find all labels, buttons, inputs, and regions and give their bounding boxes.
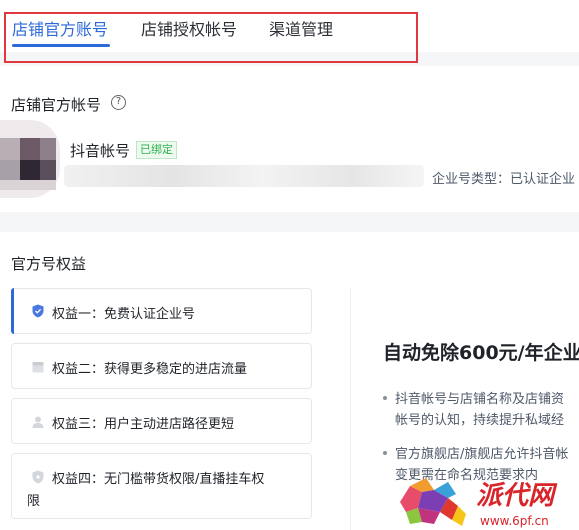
detail-line: 抖音帐号与店铺名称及店铺资: [395, 392, 565, 407]
help-icon[interactable]: ?: [111, 95, 126, 110]
detail-line: 帐号的认知，持续提升私域经: [395, 413, 565, 428]
blurred-account-info: [64, 165, 424, 187]
user-icon: [32, 416, 44, 428]
bullet-dot: [383, 451, 387, 455]
benefit-item-3[interactable]: 权益三：用户主动进店路径更短: [11, 398, 312, 444]
shield-icon: [32, 470, 44, 484]
benefits-title: 官方号权益: [11, 255, 87, 273]
watermark-logo: 派代网 www.6pf.cn: [400, 478, 558, 528]
benefit-item-2[interactable]: 权益二：获得更多稳定的进店流量: [11, 343, 312, 389]
bound-status-badge: 已绑定: [136, 141, 177, 159]
benefit-label: 权益四：无门槛带货权限/直播挂车权: [52, 472, 265, 487]
svg-text:www.6pf.cn: www.6pf.cn: [480, 514, 549, 528]
official-account-title: 店铺官方帐号: [11, 96, 102, 114]
benefit-label: 权益一：免费认证企业号: [52, 307, 196, 322]
detail-line: 官方旗舰店/旗舰店允许抖音帐: [395, 447, 569, 462]
benefit-item-1[interactable]: 权益一：免费认证企业号: [11, 288, 312, 334]
company-type-label: 企业号类型：已认证企业: [432, 172, 576, 187]
benefit-label: 权益二：获得更多稳定的进店流量: [52, 362, 248, 377]
section-divider: [0, 212, 579, 232]
benefit-label-continued: 限: [27, 494, 41, 509]
tabs-highlight-box: [4, 12, 418, 63]
benefit-item-4[interactable]: 权益四：无门槛带货权限/直播挂车权 限: [11, 453, 312, 519]
shield-verified-icon: [32, 304, 44, 318]
account-name: 抖音帐号: [70, 142, 131, 160]
svg-text:派代网: 派代网: [476, 481, 558, 511]
storefront-icon: [32, 362, 44, 373]
bullet-dot: [383, 396, 387, 400]
benefit-label: 权益三：用户主动进店路径更短: [52, 417, 235, 432]
panel-divider: [350, 288, 351, 530]
avatar: [0, 120, 60, 198]
benefit-detail-title: 自动免除600元/年企业: [383, 342, 579, 364]
